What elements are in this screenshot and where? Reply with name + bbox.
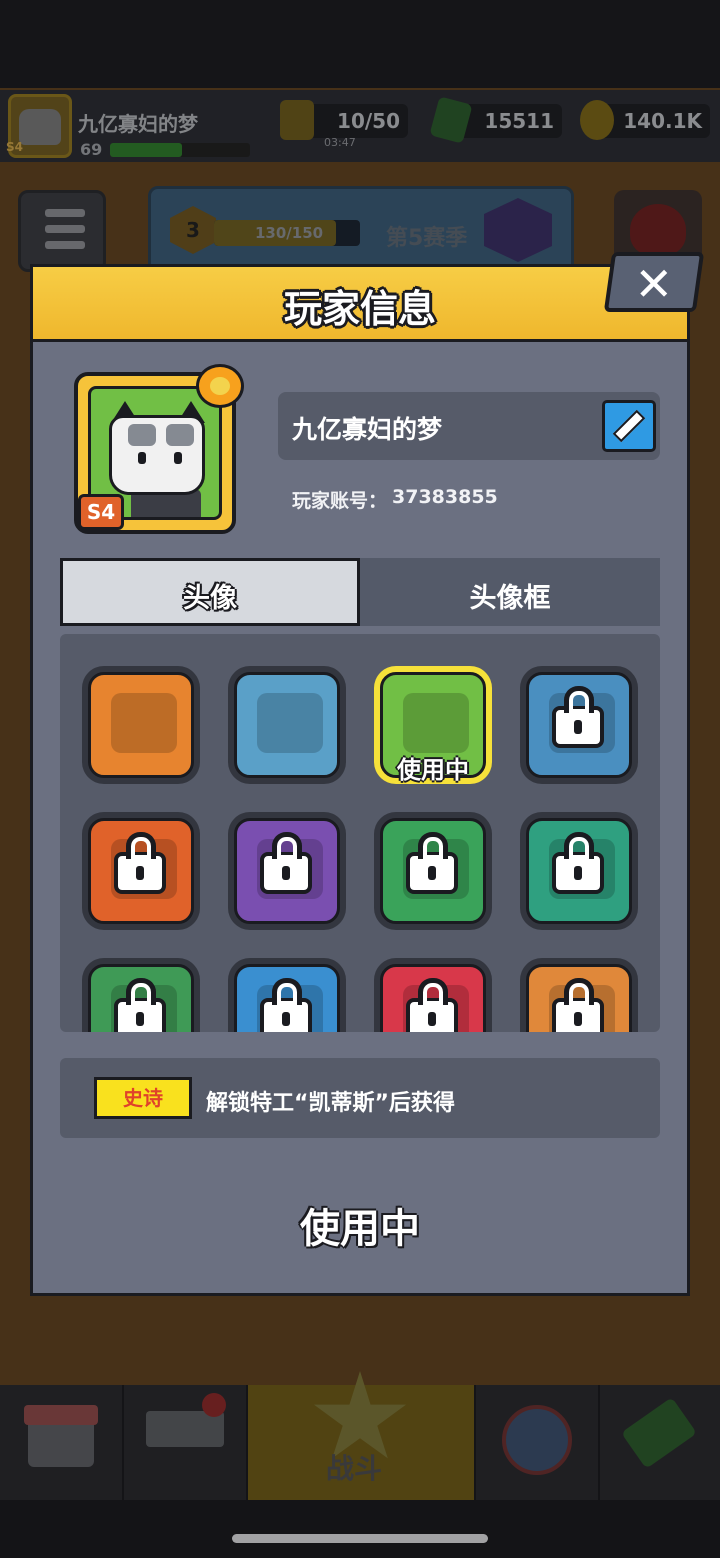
- unlock-requirement: 解锁特工“凯蒂斯”后获得: [206, 1091, 455, 1116]
- avatar-option-zombie-agent[interactable]: [228, 666, 346, 784]
- lock-icon: [114, 978, 166, 1032]
- cat-patch: [128, 424, 156, 446]
- cat-patch: [166, 424, 194, 446]
- crown-icon: [196, 364, 244, 408]
- lock-icon: [260, 832, 312, 894]
- lock-icon: [260, 978, 312, 1032]
- lock-icon: [406, 832, 458, 894]
- avatar-option-purple-hunter[interactable]: [228, 812, 346, 930]
- avatar-option-beast[interactable]: [520, 666, 638, 784]
- lock-icon: [552, 686, 604, 748]
- pencil-icon: [612, 409, 646, 443]
- cat-head: [109, 415, 205, 495]
- avatar-grid: 使用中: [60, 634, 660, 1032]
- tab-avatar-frame[interactable]: 头像框: [360, 576, 660, 615]
- in-use-button[interactable]: 使用中: [0, 1196, 720, 1254]
- lock-icon: [552, 832, 604, 894]
- cat-eye: [138, 452, 146, 464]
- tab-avatar-label[interactable]: 头像: [60, 576, 360, 615]
- account-label: 玩家账号：: [292, 490, 388, 512]
- zombie-agent-portrait-icon: [234, 672, 340, 778]
- rarity-badge: 史诗: [94, 1077, 192, 1119]
- goggles-portrait-icon: [88, 672, 194, 778]
- close-icon: ✕: [634, 257, 673, 311]
- avatar-option-cat[interactable]: 使用中: [374, 666, 492, 784]
- avatar-option-captain[interactable]: [228, 958, 346, 1032]
- avatar-option-flower[interactable]: [520, 812, 638, 930]
- avatar-option-pirate[interactable]: [82, 958, 200, 1032]
- edit-name-button[interactable]: [602, 400, 656, 452]
- lock-icon: [552, 978, 604, 1032]
- avatar-option-purple-cat[interactable]: [374, 812, 492, 930]
- cat-eye: [174, 452, 182, 464]
- season-badge: S4: [78, 494, 124, 530]
- player-name: 九亿寡妇的梦: [292, 415, 443, 444]
- lock-icon: [406, 978, 458, 1032]
- account-id: 37383855: [392, 486, 498, 508]
- in-use-tag: 使用中: [397, 756, 469, 784]
- lock-icon: [114, 832, 166, 894]
- avatar-option-soldier[interactable]: [82, 812, 200, 930]
- avatar-option-goggles[interactable]: [82, 666, 200, 784]
- close-button[interactable]: ✕: [603, 252, 705, 312]
- avatar-option-red-hood[interactable]: [374, 958, 492, 1032]
- avatar-option-hooded[interactable]: [520, 958, 638, 1032]
- crown-gem: [210, 377, 230, 395]
